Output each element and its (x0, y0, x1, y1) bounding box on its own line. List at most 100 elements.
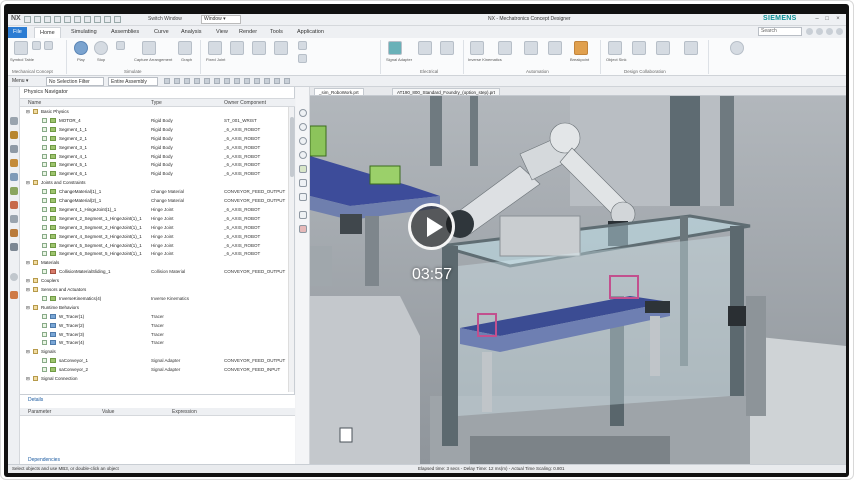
visibility-checkbox[interactable] (42, 135, 47, 141)
import-button[interactable] (656, 41, 670, 55)
inverse-kinematics-button[interactable] (470, 41, 484, 55)
design-collaboration-button[interactable] (730, 41, 744, 55)
collaboration-button[interactable] (684, 41, 698, 55)
expand-ribbon-icon[interactable] (826, 28, 833, 35)
web-browser-icon[interactable] (10, 243, 18, 251)
redo-icon[interactable] (44, 16, 51, 23)
expand-toggle-icon[interactable]: ⊟ (26, 109, 30, 115)
navigator-row[interactable]: InverseKinematics(4) Inverse Kinematics (20, 295, 288, 303)
navigator-row[interactable]: MOTOR_4 Rigid Body ST_001_WRIST (20, 117, 288, 125)
render-style-icon[interactable] (284, 78, 290, 84)
navigator-row[interactable]: ⊟ Runtime Behaviors (20, 304, 288, 312)
selection-filter-dropdown[interactable]: No Selection Filter (46, 77, 104, 86)
tab-view[interactable]: View (211, 27, 233, 38)
hinge-joint-button[interactable] (230, 41, 244, 55)
snap-existing-icon[interactable] (234, 78, 240, 84)
navigator-row[interactable]: ⊟ Signal Connection (20, 375, 288, 383)
navigator-scroll-thumb[interactable] (290, 117, 294, 177)
navigator-row[interactable]: Segment_3_1 Rigid Body _6_AXIS_ROBOT (20, 144, 288, 152)
navigator-row[interactable]: ⊟ Basic Physics (20, 108, 288, 116)
navigator-row[interactable]: Segment_4_1 Rigid Body _6_AXIS_ROBOT (20, 153, 288, 161)
navigator-row[interactable]: Segment_2_Segment_1_HingeJoint(1)_1 Hinge… (20, 215, 288, 223)
switch-window-button[interactable]: Switch Window (148, 16, 182, 22)
navigator-scrollbar[interactable] (288, 107, 294, 392)
visibility-checkbox[interactable] (42, 215, 47, 221)
settings-icon[interactable] (816, 28, 823, 35)
visibility-checkbox[interactable] (42, 331, 47, 337)
expand-toggle-icon[interactable]: ⊟ (26, 305, 30, 311)
navigator-row[interactable]: Segment_3_Segment_2_HingeJoint(1)_1 Hinge… (20, 224, 288, 232)
column-name[interactable]: Name (28, 100, 41, 106)
viewport-tab[interactable]: _sim_RoboWork.prt (314, 88, 364, 96)
repeat-command-icon[interactable] (84, 16, 91, 23)
zoom-icon[interactable] (299, 123, 307, 131)
view-orient-icon[interactable] (274, 78, 280, 84)
dependencies-title[interactable]: Dependencies (28, 457, 60, 463)
navigator-row[interactable]: saConveyor_1 Signal Adapter CONVEYOR_FEED_… (20, 357, 288, 365)
column-parameter[interactable]: Parameter (28, 409, 51, 415)
sequence-editor-icon[interactable] (10, 201, 18, 209)
navigator-row[interactable]: W_Tracer(3) Tracer (20, 331, 288, 339)
expand-toggle-icon[interactable]: ⊟ (26, 260, 30, 266)
expand-toggle-icon[interactable]: ⊟ (26, 278, 30, 284)
visibility-checkbox[interactable] (42, 322, 47, 328)
breakpoint-button[interactable] (574, 41, 588, 55)
viewport-tab[interactable]: AT190_800_Standard_Foundry_(option_step)… (392, 88, 500, 96)
visibility-checkbox[interactable] (42, 367, 47, 373)
play-button[interactable] (74, 41, 88, 55)
snap-end-icon[interactable] (194, 78, 200, 84)
tab-curve[interactable]: Curve (149, 27, 174, 38)
select-all-icon[interactable] (164, 78, 170, 84)
small-tool-icon[interactable] (298, 41, 307, 50)
visibility-checkbox[interactable] (42, 269, 47, 275)
runtime-button[interactable] (524, 41, 538, 55)
show-hide-icon[interactable] (299, 225, 307, 233)
navigator-row[interactable]: Segment_6_1 Rigid Body _6_AXIS_ROBOT (20, 170, 288, 178)
navigator-row[interactable]: Segment_4_Segment_3_HingeJoint(1)_1 Hinge… (20, 233, 288, 241)
signal-adapter-button[interactable] (388, 41, 402, 55)
navigator-row[interactable]: ⊟ Sensors and Actuators (20, 286, 288, 294)
menu-button[interactable]: Menu ▾ (12, 78, 28, 84)
selection-scope-dropdown[interactable]: Entire Assembly (108, 77, 158, 86)
command-search-input[interactable]: Search (758, 27, 802, 36)
visibility-checkbox[interactable] (42, 251, 47, 257)
navigator-row[interactable]: Segment_1_HingeJoint(1)_1 Hinge Joint _6_A… (20, 206, 288, 214)
sensor-button[interactable] (418, 41, 432, 55)
step-icon[interactable] (116, 41, 125, 50)
tab-analysis[interactable]: Analysis (176, 27, 206, 38)
snap-point-icon[interactable] (184, 78, 190, 84)
cut-icon[interactable] (54, 16, 61, 23)
snap-mid-icon[interactable] (204, 78, 210, 84)
save-icon[interactable] (24, 16, 31, 23)
deselect-icon[interactable] (174, 78, 180, 84)
palette-icon[interactable] (10, 291, 18, 299)
navigator-row[interactable]: ⊟ Signals (20, 348, 288, 356)
visibility-checkbox[interactable] (42, 340, 47, 346)
part-navigator-icon[interactable] (10, 145, 18, 153)
history-icon[interactable] (10, 215, 18, 223)
visibility-checkbox[interactable] (42, 295, 47, 301)
undo-icon[interactable] (34, 16, 41, 23)
render-mode-icon[interactable] (299, 165, 307, 173)
stop-button[interactable] (94, 41, 108, 55)
tab-render[interactable]: Render (234, 27, 262, 38)
visibility-checkbox[interactable] (42, 242, 47, 248)
navigator-row[interactable]: CollisionMaterialSliding_1 Collision Mate… (20, 268, 288, 276)
small-tool-icon[interactable] (298, 54, 307, 63)
tab-simulating[interactable]: Simulating (66, 27, 102, 38)
graphics-viewport[interactable]: _sim_RoboWork.prt AT190_800_Standard_Fou… (310, 87, 846, 464)
actuator-button[interactable] (440, 41, 454, 55)
navigator-row[interactable]: ⊟ Materials (20, 259, 288, 267)
column-owner-component[interactable]: Owner Component (224, 100, 266, 106)
column-value[interactable]: Value (102, 409, 114, 415)
fit-view-icon[interactable] (299, 109, 307, 117)
column-type[interactable]: Type (151, 100, 162, 106)
maximize-icon[interactable]: □ (823, 16, 831, 23)
customize-icon[interactable] (104, 16, 111, 23)
navigator-row[interactable]: Segment_2_1 Rigid Body _6_AXIS_ROBOT (20, 135, 288, 143)
navigator-row[interactable]: ⊟ Joints and Constraints (20, 179, 288, 187)
path-button[interactable] (498, 41, 512, 55)
copy-icon[interactable] (64, 16, 71, 23)
rotate-icon[interactable] (299, 137, 307, 145)
visibility-checkbox[interactable] (42, 126, 47, 132)
